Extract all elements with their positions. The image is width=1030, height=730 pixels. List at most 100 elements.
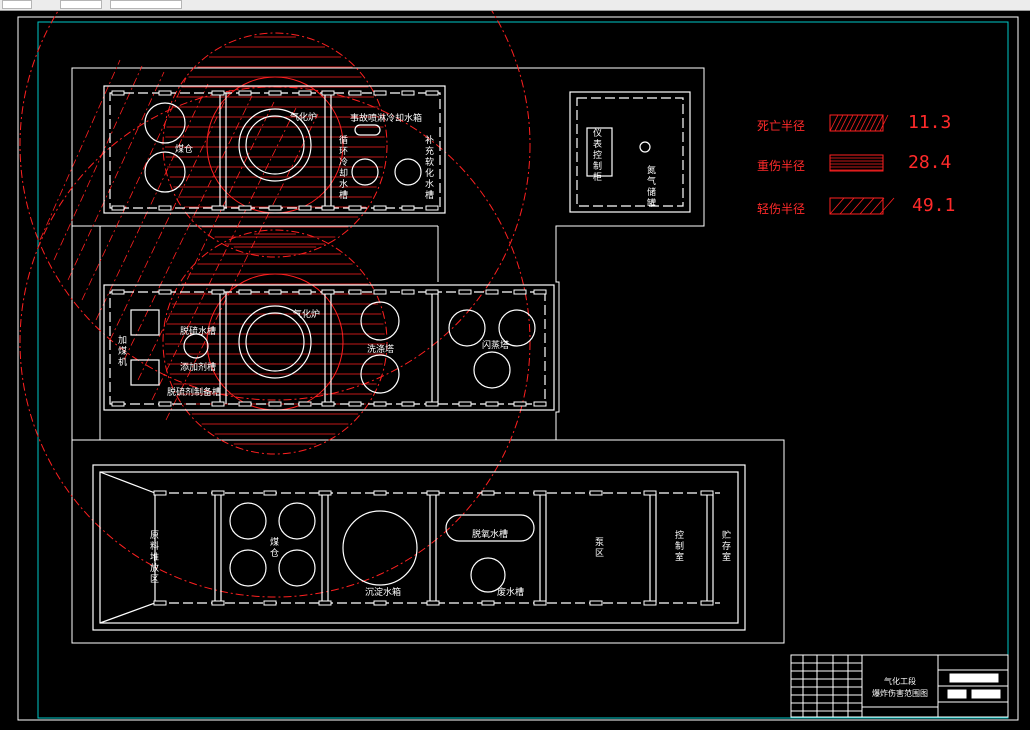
column-marker	[158, 401, 172, 407]
column-marker	[153, 600, 167, 606]
swatch-hatch-dense	[854, 114, 864, 132]
swatch-hatch-dense	[859, 114, 869, 132]
column-marker	[533, 289, 547, 295]
coal-storage-circle	[229, 549, 267, 587]
gasifier-mid-outer-radius	[19, 86, 531, 598]
swatch-hatch-dense	[834, 114, 844, 132]
column-marker	[700, 490, 714, 496]
column-marker	[158, 90, 172, 96]
legend-value-heavy: 28.4	[908, 152, 952, 173]
column-marker	[458, 289, 472, 295]
legend-value-light: 49.1	[912, 195, 956, 216]
title-block-line1: 气化工段	[884, 677, 916, 686]
column-marker	[238, 289, 252, 295]
column-marker	[513, 289, 527, 295]
coal-bin-circle	[144, 151, 186, 193]
column-marker	[533, 401, 547, 407]
swatch-hatch-dense	[874, 114, 884, 132]
column-marker	[263, 490, 277, 496]
hazard-radial-line	[123, 95, 253, 361]
legend-value-death: 11.3	[908, 112, 952, 133]
material-area-outline	[99, 471, 156, 624]
column-marker	[211, 289, 225, 295]
column-marker	[111, 401, 125, 407]
label-gasifier-mid: 气化炉	[293, 310, 321, 320]
column-marker	[458, 401, 472, 407]
column-marker	[643, 600, 657, 606]
label-coal-feeder: 加煤机	[116, 335, 126, 368]
column-marker	[401, 205, 415, 211]
column-marker	[373, 205, 387, 211]
nitrogen-tank-circle	[639, 141, 651, 153]
flash-tower-circle	[473, 351, 511, 389]
column-marker	[268, 90, 282, 96]
flash-tower-circle	[448, 309, 486, 347]
cad-drawing-canvas[interactable]	[0, 11, 1030, 730]
label-cooling-water-tank: 循环冷却水槽	[337, 135, 347, 201]
column-marker	[348, 401, 362, 407]
column-marker	[425, 205, 439, 211]
column-marker	[158, 205, 172, 211]
column-marker	[401, 401, 415, 407]
waste-tank-circle	[470, 557, 506, 593]
toolbar-tab[interactable]	[2, 0, 32, 9]
swatch-hatch-dense	[869, 114, 879, 132]
column-marker	[211, 205, 225, 211]
column-marker	[643, 490, 657, 496]
column-marker	[111, 205, 125, 211]
label-pump-area: 泵区	[593, 537, 603, 559]
label-scrubber: 洗涤塔	[367, 345, 395, 355]
label-coal-bin: 煤仓	[175, 145, 194, 155]
tb-filled-cell	[947, 689, 967, 699]
column-marker	[425, 289, 439, 295]
column-marker	[426, 490, 440, 496]
sheet-border	[17, 16, 1019, 721]
tb-filled-cell	[949, 673, 999, 683]
label-material-area: 原料堆放区	[148, 530, 158, 585]
label-reagent-tank: 脱硫剂制备槽	[167, 388, 222, 398]
label-flash-tower: 闪蒸塔	[482, 341, 510, 351]
column-marker	[298, 90, 312, 96]
label-control-box: 仪表控制柜	[591, 128, 601, 183]
column-marker	[481, 600, 495, 606]
swatch-hatch-dense	[864, 114, 874, 132]
column-marker	[211, 490, 225, 496]
legend-swatch-horizontal	[829, 154, 884, 172]
soft-water-tank-circle	[394, 158, 422, 186]
label-storage-room: 贮存室	[720, 530, 730, 563]
title-block-line2: 爆炸伤害范围图	[872, 689, 928, 698]
column-marker	[401, 289, 415, 295]
column-marker	[321, 205, 335, 211]
label-settling-tank: 沉淀水箱	[365, 588, 402, 598]
column-marker	[318, 600, 332, 606]
column-marker	[373, 401, 387, 407]
toolbar-tab[interactable]	[110, 0, 182, 9]
column-marker	[321, 289, 335, 295]
column-marker	[348, 90, 362, 96]
column-marker	[268, 401, 282, 407]
column-marker	[485, 401, 499, 407]
label-soft-water-tank: 补充软化水槽	[423, 135, 433, 201]
column-marker	[533, 490, 547, 496]
column-marker	[589, 490, 603, 496]
toolbar-tab[interactable]	[60, 0, 102, 9]
coal-storage-circle	[229, 502, 267, 540]
swatch-hatch-dense	[844, 114, 854, 132]
column-marker	[481, 490, 495, 496]
legend-swatches	[829, 114, 895, 215]
label-gasifier-top: 气化炉	[290, 113, 318, 123]
column-marker	[425, 90, 439, 96]
column-marker	[318, 490, 332, 496]
swatch-hatch-dense	[879, 114, 889, 132]
legend-label-light: 轻伤半径	[757, 202, 806, 216]
legend-label-heavy: 重伤半径	[757, 159, 806, 173]
column-marker	[589, 600, 603, 606]
column-marker	[238, 205, 252, 211]
column-marker	[158, 289, 172, 295]
column-marker	[111, 90, 125, 96]
column-marker	[373, 90, 387, 96]
hazard-radial-line	[67, 71, 165, 281]
washer-vessel	[354, 124, 381, 136]
column-marker	[238, 90, 252, 96]
column-marker	[211, 90, 225, 96]
